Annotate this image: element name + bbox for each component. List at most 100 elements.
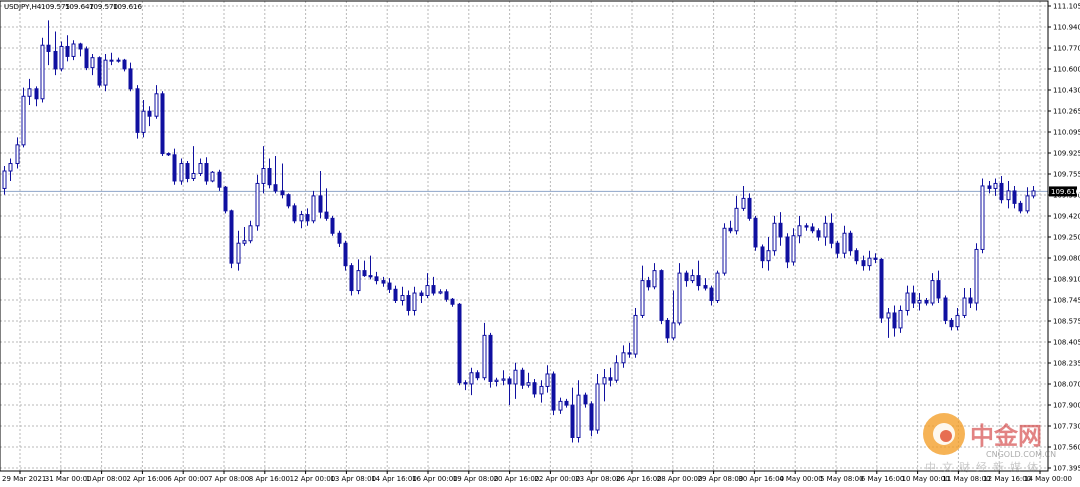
candle-body-bear <box>122 59 127 70</box>
candle-body-bear <box>267 168 272 186</box>
candle-body-bull <box>614 362 619 381</box>
candle <box>722 223 727 276</box>
candle-body-bear <box>696 275 701 287</box>
candle-body-bear <box>728 227 733 232</box>
candle-body-bear <box>848 232 853 252</box>
candle-body-bear <box>217 171 222 188</box>
candle-body-bear <box>551 373 556 411</box>
candle <box>97 56 102 88</box>
candle-body-bear <box>84 48 89 69</box>
candle-body-bull <box>513 369 518 385</box>
candle <box>943 295 948 325</box>
watermark: 中金网 CNGOLD.COM.CN 中文财经新媒体 <box>923 413 1056 474</box>
candle-body-bull <box>501 378 506 381</box>
candle-body-bull <box>400 295 405 302</box>
candle-body-bear <box>223 186 228 212</box>
candle-body-bull <box>248 225 253 242</box>
candle-body-bull <box>191 172 196 179</box>
candle <box>223 185 228 214</box>
candle-body-bear <box>520 369 525 386</box>
watermark-url: CNGOLD.COM.CN <box>986 450 1056 459</box>
candle-body-bull <box>797 225 802 237</box>
x-tick-label: 22 Apr 00:00 <box>534 475 580 483</box>
candle-body-bear <box>463 382 468 385</box>
candle-body-bull <box>766 250 771 262</box>
candle <box>633 307 638 358</box>
candle-body-bear <box>160 93 165 155</box>
price-chart[interactable]: 111.105 110.940 110.770 110.600 110.430 110.2… <box>0 0 1080 487</box>
candle-body-bull <box>722 227 727 274</box>
candle <box>974 243 979 311</box>
candle-body-bear <box>835 242 840 254</box>
candle-body-bull <box>412 292 417 311</box>
candle-body-bear <box>583 394 588 405</box>
candle-body-bull <box>154 93 159 117</box>
y-tick-label: 108.235 <box>1053 360 1080 368</box>
candle-body-bear <box>488 334 493 382</box>
candle-body-bear <box>861 260 866 267</box>
candle-body-bull <box>1006 190 1011 201</box>
candle-body-bull <box>116 59 121 62</box>
candle-body-bull <box>671 322 676 339</box>
candle-body-bull <box>886 312 891 319</box>
candle-body-bull <box>690 275 695 282</box>
candle-body-bear <box>374 276 379 282</box>
candle-body-bull <box>993 182 998 189</box>
candle-body-bear <box>135 88 140 133</box>
candle-body-bull <box>677 272 682 324</box>
x-tick-label: 2 Apr 16:00 <box>126 475 167 483</box>
x-tick-label: 23 Apr 08:00 <box>575 475 621 483</box>
candle-body-bull <box>741 197 746 209</box>
candle-body-bull <box>27 88 32 97</box>
candle-body-bear <box>273 184 278 192</box>
candle-body-bear <box>810 226 815 232</box>
candle <box>343 240 348 271</box>
candle-body-bear <box>286 194 291 207</box>
current-price-tag-label: 109.616 <box>1051 188 1080 196</box>
candle-body-bull <box>71 43 76 57</box>
candle-body-bear <box>166 153 171 156</box>
y-tick-label: 108.405 <box>1053 339 1080 347</box>
x-tick-label: 31 Mar 00:00 <box>45 475 92 483</box>
candle <box>659 269 664 325</box>
candle-body-bear <box>53 50 58 70</box>
candle-body-bull <box>21 95 26 146</box>
candle <box>980 178 985 254</box>
candle-body-bull <box>905 292 910 311</box>
candle-body-bull <box>595 383 600 431</box>
candle-body-bull <box>842 232 847 254</box>
x-tick-label: 13 Apr 08:00 <box>330 475 376 483</box>
candle-body-bear <box>229 210 234 264</box>
candle-body-bear <box>34 88 39 100</box>
candle <box>135 85 140 139</box>
candle-body-bear <box>703 285 708 289</box>
price-axis[interactable]: 111.105 110.940 110.770 110.600 110.430 110.2… <box>1048 3 1080 473</box>
candle-body-bull <box>198 163 203 174</box>
candle-body-bear <box>204 163 209 182</box>
candle <box>715 270 720 303</box>
candle-body-bear <box>280 190 285 196</box>
y-tick-label: 110.095 <box>1053 129 1080 137</box>
candle-body-bull <box>1025 195 1030 212</box>
candle-body-bull <box>633 314 638 355</box>
y-tick-label: 107.900 <box>1053 402 1080 410</box>
candle-body-bull <box>356 270 361 292</box>
y-tick-label: 109.250 <box>1053 234 1080 242</box>
candle-body-bull <box>482 334 487 379</box>
candle-body-bull <box>917 300 922 304</box>
candle-body-bull <box>141 110 146 133</box>
candle-body-bear <box>659 270 664 321</box>
candle-body-bull <box>974 248 979 304</box>
candle-body-bear <box>949 319 954 328</box>
candle-body-bull <box>621 352 626 364</box>
candle <box>753 215 758 251</box>
candle-body-bull <box>652 270 657 288</box>
chart-symbol: USDJPY,H4 <box>4 3 42 11</box>
y-tick-label: 110.430 <box>1053 87 1080 95</box>
candle-body-bear <box>1012 190 1017 204</box>
candle-body-bear <box>968 297 973 304</box>
candle-body-bull <box>930 280 935 304</box>
candle-body-bull <box>210 171 215 182</box>
candle-body-bear <box>406 295 411 311</box>
candle-body-bull <box>255 182 260 227</box>
